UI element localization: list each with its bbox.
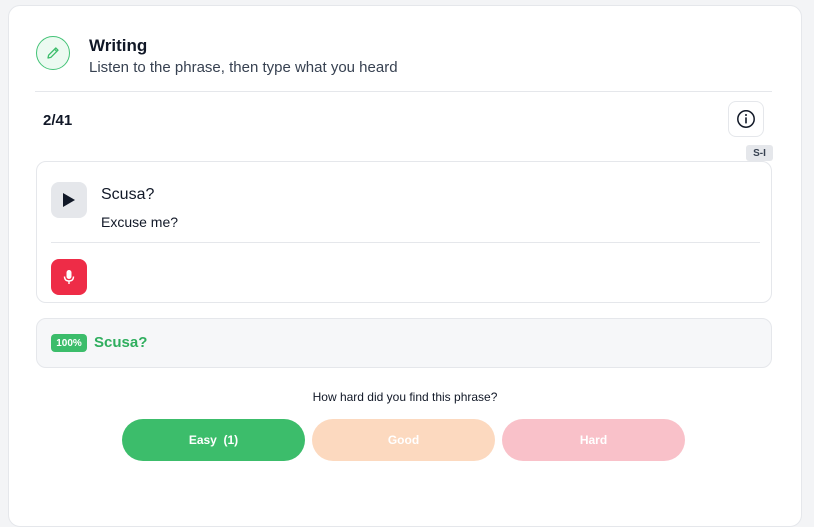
phrase-text: Scusa? [101, 186, 155, 203]
play-icon [63, 193, 75, 207]
info-button[interactable] [728, 101, 764, 137]
record-button[interactable] [51, 259, 87, 295]
pencil-icon [36, 36, 70, 70]
play-button[interactable] [51, 182, 87, 218]
score-badge: 100% [51, 334, 87, 352]
answer-text: Scusa? [94, 334, 148, 351]
microphone-icon [63, 270, 75, 284]
page-subtitle: Listen to the phrase, then type what you… [89, 59, 398, 76]
phrase-card: Scusa? Excuse me? [36, 161, 772, 303]
page-title: Writing [89, 36, 148, 55]
answer-result: 100% Scusa? [36, 318, 772, 368]
phrase-translation: Excuse me? [101, 214, 179, 230]
good-button[interactable]: Good [312, 419, 495, 461]
divider [51, 242, 760, 243]
exercise-card: Writing Listen to the phrase, then type … [8, 5, 802, 527]
easy-button[interactable]: Easy (1) [122, 419, 305, 461]
info-icon [737, 110, 755, 128]
divider [35, 91, 772, 92]
hard-button[interactable]: Hard [502, 419, 685, 461]
level-tag: S-I [746, 145, 773, 161]
progress-counter: 2/41 [43, 112, 73, 129]
difficulty-question: How hard did you find this phrase? [312, 390, 498, 404]
